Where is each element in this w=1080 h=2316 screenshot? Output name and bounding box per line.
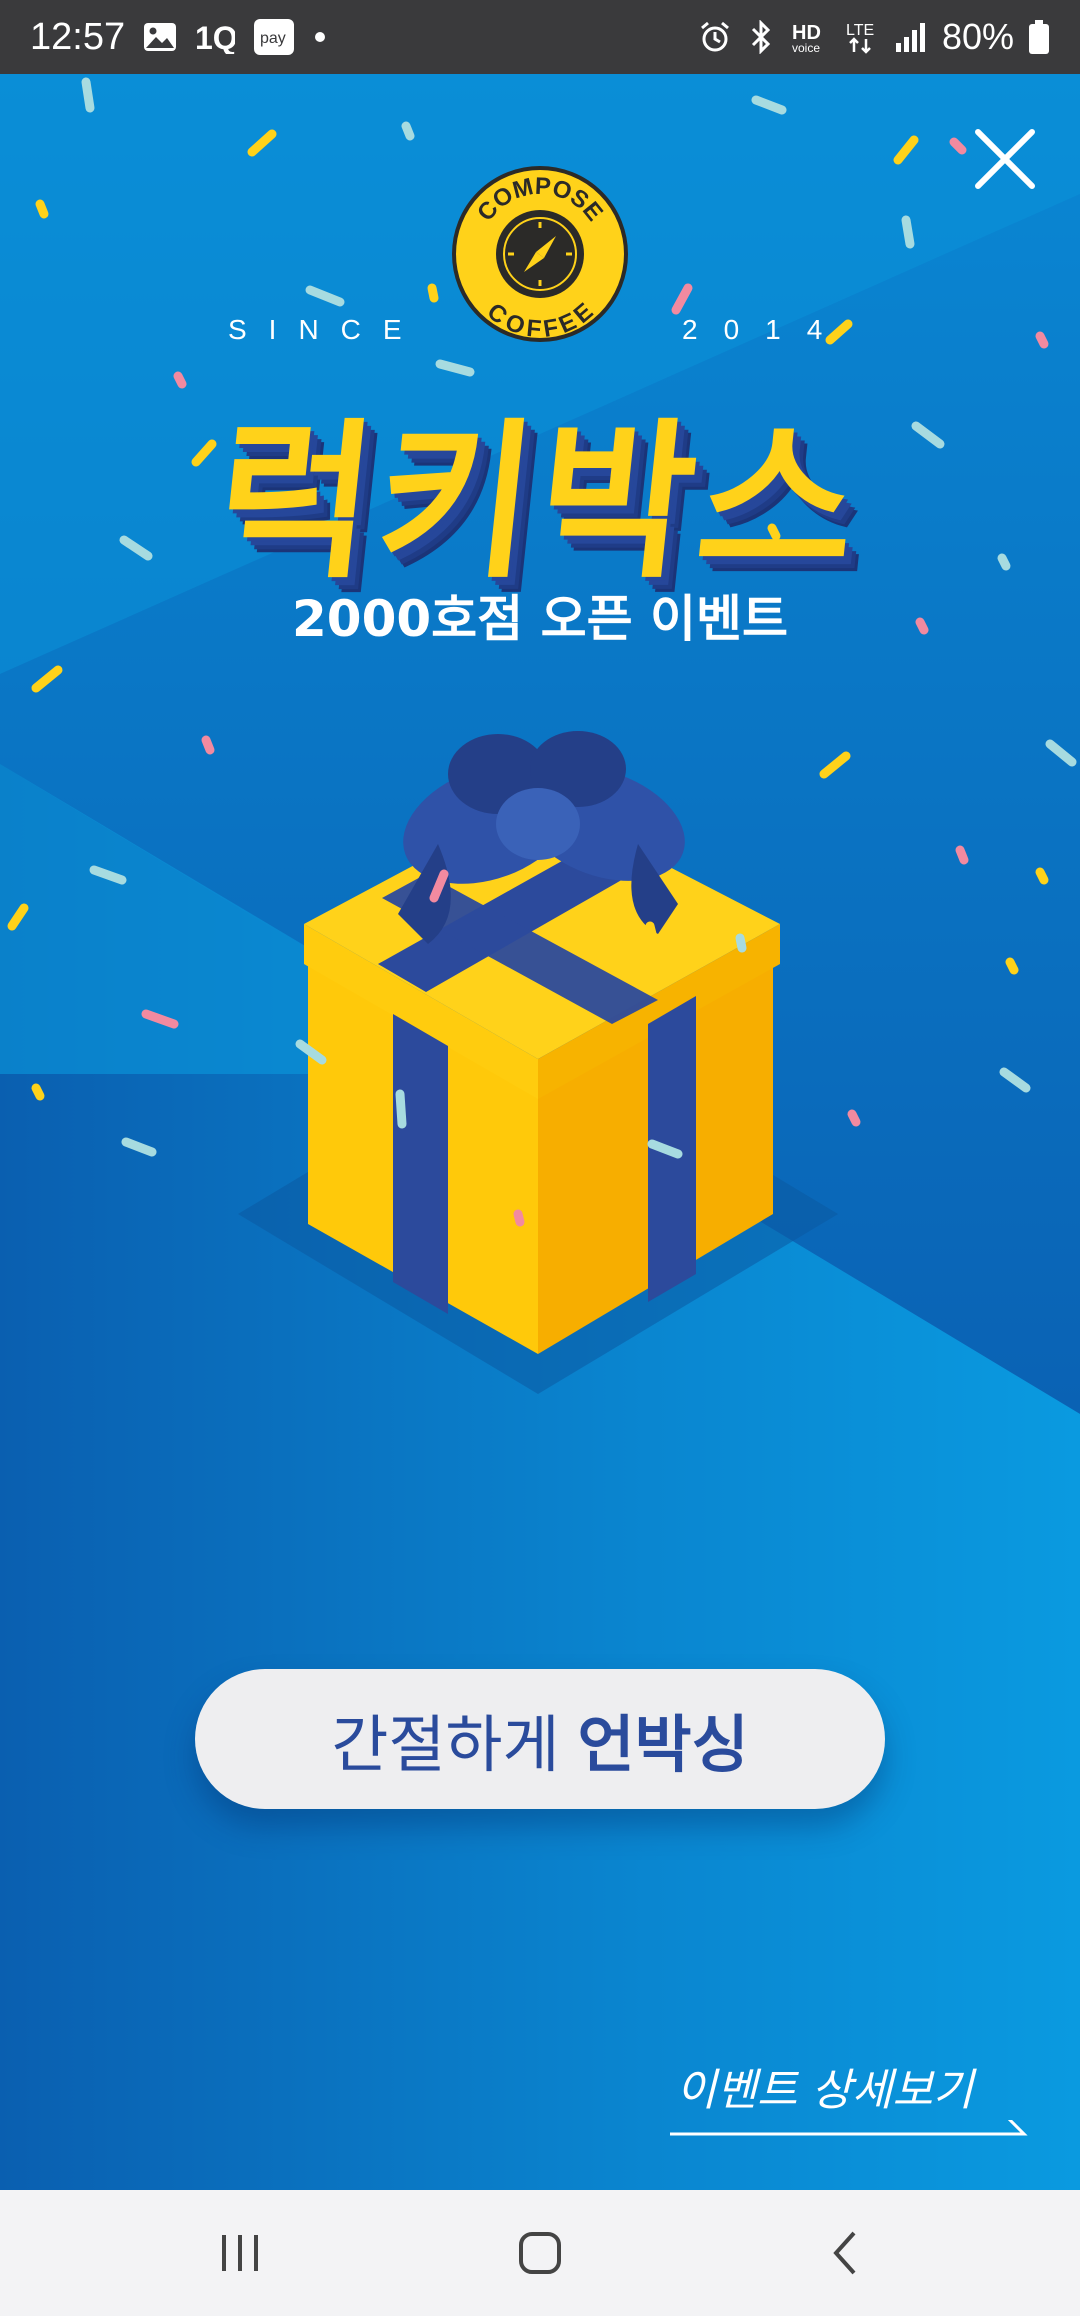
arrow-line-icon — [670, 2120, 1028, 2136]
since-label: SINCE — [228, 314, 424, 345]
hd-voice-icon: HD voice — [790, 19, 830, 55]
close-icon — [975, 129, 1035, 189]
bluetooth-icon — [746, 20, 776, 54]
lte-icon: LTE — [844, 19, 880, 55]
navigation-bar — [0, 2190, 1080, 2316]
recent-apps-icon — [222, 2235, 258, 2271]
unbox-button[interactable]: 간절하게 언박싱 — [195, 1669, 885, 1809]
voice-label: voice — [792, 41, 820, 55]
gift-box-illustration — [238, 731, 838, 1394]
status-time: 12:57 — [30, 15, 126, 58]
battery-icon — [1028, 19, 1050, 55]
signal-icon — [894, 21, 928, 53]
home-icon — [519, 2232, 561, 2274]
home-button[interactable] — [440, 2190, 640, 2316]
battery-percent: 80% — [941, 16, 1014, 57]
recent-apps-button[interactable] — [140, 2190, 340, 2316]
pay-icon: pay — [253, 18, 295, 56]
svg-text:1Q: 1Q — [195, 20, 235, 54]
unbox-label-bold: 언박싱 — [577, 1708, 749, 1781]
since-year: 2014 — [682, 314, 849, 345]
unbox-label-regular: 간절하게 — [331, 1708, 560, 1781]
lucky-box-event: SINCE 2014 COMPOSE COFFEE 럭키박스 2000호점 오픈… — [0, 74, 1080, 2190]
close-button[interactable] — [970, 124, 1040, 194]
dot-icon — [313, 30, 327, 44]
alarm-icon — [698, 20, 732, 54]
event-subtitle: 2000호점 오픈 이벤트 — [292, 590, 788, 648]
lte-label: LTE — [846, 22, 874, 39]
back-icon — [833, 2231, 856, 2275]
back-button[interactable] — [745, 2190, 945, 2316]
event-detail-label: 이벤트 상세보기 — [676, 2065, 974, 2116]
pay-label: pay — [260, 30, 286, 47]
onestore-icon: 1Q — [195, 20, 235, 54]
compose-coffee-logo: COMPOSE COFFEE — [452, 166, 628, 342]
status-bar: 12:57 1Q pay HD voice LTE 80% — [0, 0, 1080, 74]
lucky-box-title: 럭키박스 — [207, 404, 870, 602]
gallery-icon — [143, 22, 177, 52]
event-detail-link[interactable]: 이벤트 상세보기 — [668, 2054, 1028, 2136]
